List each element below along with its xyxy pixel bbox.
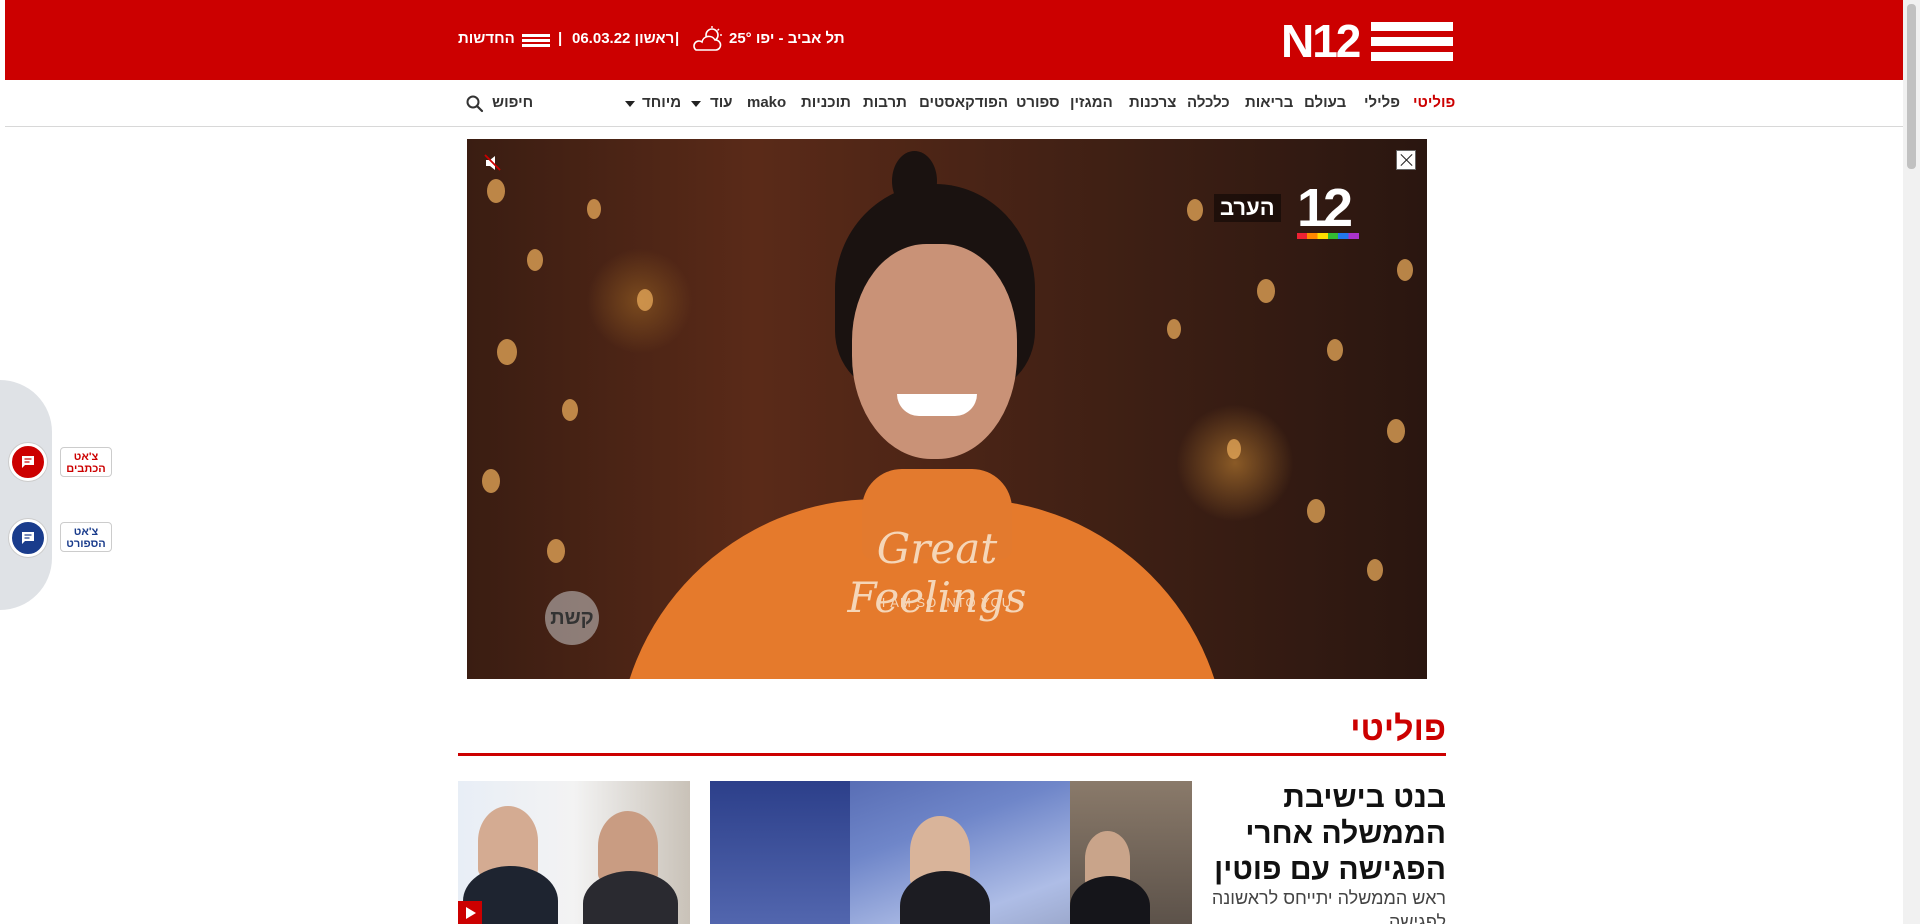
- news-menu-label[interactable]: החדשות: [458, 27, 515, 51]
- reporters-chat-button[interactable]: [9, 443, 47, 481]
- top-header-bar: N12: [5, 0, 1903, 80]
- weather-temperature: 25°: [729, 30, 752, 47]
- header-separator: |: [675, 30, 680, 47]
- play-icon[interactable]: [458, 901, 482, 924]
- channel-number: 12: [1297, 178, 1353, 238]
- scrollbar-thumb[interactable]: [1907, 4, 1916, 169]
- nav-item-more[interactable]: עוד: [710, 92, 733, 114]
- main-subheadline[interactable]: ראש הממשלה יתייחס לראשונה לפגישה: [1210, 886, 1446, 924]
- video-player[interactable]: Great Feelings I AM SO INTO YOU 12 הערב …: [467, 139, 1427, 679]
- weather-info: תל אביב - יפו 25°: [729, 27, 845, 51]
- nav-item-crime[interactable]: פלילי: [1364, 92, 1400, 114]
- nav-item-culture[interactable]: תרבות: [863, 92, 907, 114]
- chevron-down-icon: [625, 101, 635, 107]
- chevron-down-icon: [691, 101, 701, 107]
- close-icon[interactable]: [1396, 150, 1416, 170]
- sport-chat-button[interactable]: [9, 519, 47, 557]
- nav-item-mako[interactable]: mako: [747, 92, 786, 114]
- channel-show-label: הערב: [1214, 194, 1281, 222]
- header-separator: |: [558, 30, 563, 47]
- nav-item-health[interactable]: בריאות: [1245, 92, 1293, 114]
- nav-item-economy[interactable]: כלכלה: [1187, 92, 1230, 114]
- secondary-article-image[interactable]: [458, 781, 690, 924]
- rainbow-stripe: [1297, 233, 1359, 239]
- chat-rail: [0, 380, 52, 610]
- nav-item-special[interactable]: מיוחד: [642, 92, 681, 114]
- logo-bars-icon: [1371, 22, 1453, 67]
- page-scrollbar[interactable]: [1903, 0, 1920, 924]
- channel-12-logo: 12: [1297, 178, 1367, 239]
- partly-cloudy-icon: [693, 26, 722, 51]
- main-article-image[interactable]: [710, 781, 1192, 924]
- mute-icon[interactable]: [483, 153, 503, 173]
- section-title[interactable]: פוליטי: [1200, 706, 1446, 752]
- header-date: ראשון 06.03.22: [572, 30, 675, 47]
- chat-icon: [22, 456, 34, 468]
- nav-item-shows[interactable]: תוכניות: [801, 92, 851, 114]
- nav-item-world[interactable]: בעולם: [1304, 92, 1346, 114]
- nav-item-sport[interactable]: ספורט: [1016, 92, 1060, 114]
- section-divider: [458, 753, 1446, 756]
- reporters-chat-label[interactable]: צ'אט הכתבים: [60, 447, 112, 477]
- weather-location: תל אביב - יפו: [755, 30, 845, 47]
- shirt-print-subtext: I AM SO INTO YOU: [881, 595, 1013, 610]
- search-button[interactable]: חיפוש: [492, 92, 533, 114]
- main-headline[interactable]: בנט בישיבת הממשלה אחרי הפגישה עם פוטין: [1210, 780, 1446, 888]
- nav-item-politics[interactable]: פוליטי: [1413, 92, 1455, 114]
- nav-item-magazine[interactable]: המגזין: [1070, 92, 1113, 114]
- chat-icon: [22, 532, 34, 544]
- keshet-watermark: קשת: [545, 591, 599, 645]
- main-nav: פוליטי פלילי בעולם בריאות כלכלה צרכנות ה…: [5, 80, 1903, 127]
- logo-text: N12: [1281, 15, 1361, 67]
- nav-item-podcasts[interactable]: הפודקאסטים: [919, 92, 1008, 114]
- n12-logo[interactable]: N12: [1281, 15, 1453, 67]
- hamburger-icon[interactable]: [522, 34, 550, 49]
- sport-chat-label[interactable]: צ'אט הספורט: [60, 522, 112, 552]
- search-icon[interactable]: [465, 94, 485, 114]
- nav-item-consumer[interactable]: צרכנות: [1129, 92, 1176, 114]
